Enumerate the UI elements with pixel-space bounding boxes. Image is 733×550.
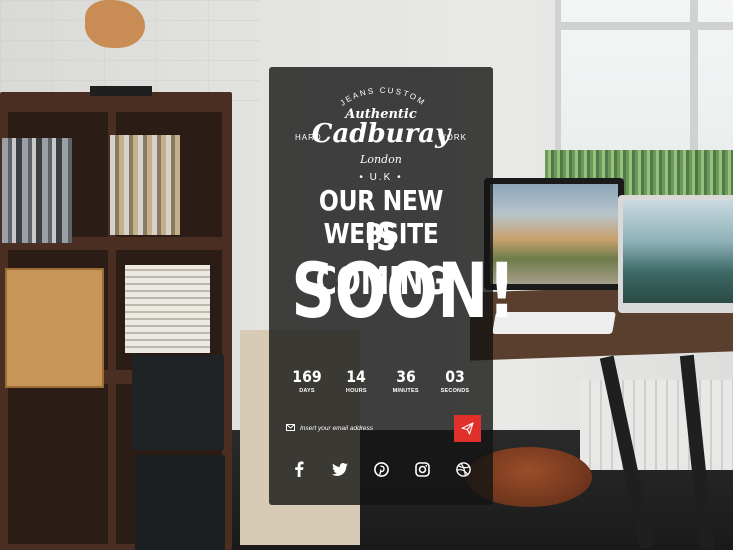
headline-line-3: SOON! [291,246,516,335]
countdown-value: 14 [346,367,367,386]
sculpture [85,0,145,48]
pinterest-icon [373,461,389,477]
instagram-icon [414,461,430,477]
countdown-seconds: 03 SECONDS [433,367,477,399]
logo-arc-label: JEANS CUSTOM [338,86,425,108]
dot-icon: • [359,172,365,183]
dot-icon: • [397,172,403,183]
paper-plane-icon [461,422,474,435]
brand-logo: JEANS CUSTOM Authentic HARD WORK Cadbura… [269,81,493,201]
envelope-icon [286,424,295,431]
countdown-value: 36 [395,367,416,386]
countdown-value: 03 [445,367,465,386]
logo-country: • U.K • [269,172,493,183]
countdown-label: HOURS [345,388,367,394]
subscribe-form [280,415,481,442]
countdown-label: MINUTES [392,388,419,394]
dribbble-link[interactable] [453,459,473,479]
logo-brand-name: Cadburay [311,119,451,149]
countdown-timer: 169 DAYS 14 HOURS 36 MINUTES 03 SECONDS [285,367,477,399]
countdown-label: DAYS [299,388,315,394]
submit-button[interactable] [454,415,481,442]
countdown-value: 169 [292,367,322,386]
sculpture-base [90,86,152,96]
dribbble-icon [455,461,471,477]
countdown-minutes: 36 MINUTES [384,367,428,399]
wooden-drawers [5,268,104,388]
svg-text:JEANS CUSTOM: JEANS CUSTOM [338,86,427,108]
coming-soon-card: JEANS CUSTOM Authentic HARD WORK Cadbura… [269,67,516,505]
monitor [618,195,733,313]
twitter-icon [332,462,348,476]
countdown-label: SECONDS [440,388,470,394]
countdown-hours: 14 HOURS [334,367,378,399]
facebook-icon [295,461,304,477]
instagram-link[interactable] [412,459,432,479]
twitter-link[interactable] [330,459,350,479]
window-frame [555,22,733,30]
social-links [289,459,473,479]
email-input[interactable] [298,415,452,442]
books [2,138,72,243]
countdown-days: 169 DAYS [285,367,329,399]
logo-city: London [360,153,402,166]
radiator [580,380,733,470]
facebook-link[interactable] [289,459,309,479]
storage-basket [132,355,224,450]
books [110,135,180,235]
logo-country-label: U.K [369,172,393,183]
storage-basket [135,455,225,550]
book-stack [125,265,210,353]
pinterest-link[interactable] [371,459,391,479]
